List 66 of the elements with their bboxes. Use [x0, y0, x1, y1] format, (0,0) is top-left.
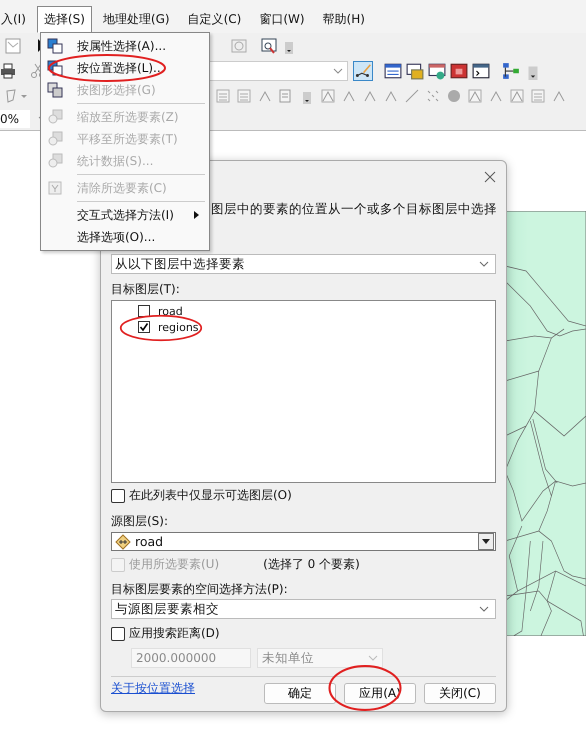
layer-name: road [158, 304, 183, 318]
pen-icon[interactable] [354, 62, 372, 80]
edit-tool-icon[interactable] [446, 88, 462, 104]
table-icon[interactable] [384, 62, 402, 80]
globe-icon[interactable] [428, 62, 446, 80]
checkbox[interactable] [138, 321, 150, 333]
tree-icon[interactable] [502, 62, 520, 80]
edit-tool-icon[interactable] [215, 88, 231, 104]
edit-tool-icon[interactable] [467, 88, 483, 104]
layer-name: regions [158, 320, 199, 334]
menu-bar-item[interactable]: 地理处理(G) [96, 6, 177, 33]
zoom-combo[interactable]: 0% [0, 110, 30, 128]
dialog-button[interactable]: 关闭(C) [424, 683, 496, 704]
method-combo[interactable]: 从以下图层中选择要素 [111, 254, 496, 274]
source-combo[interactable]: road [111, 532, 496, 551]
folder-icon[interactable] [406, 62, 424, 80]
toolbox-icon[interactable] [450, 62, 468, 80]
menu-item[interactable]: 选择选项(O)... [41, 226, 209, 248]
close-icon[interactable] [484, 171, 496, 183]
chevron-down-icon [368, 655, 378, 661]
select-layer-icon [47, 60, 63, 76]
menu-bar-item[interactable]: 入(I) [0, 6, 33, 33]
select-layer-icon [47, 131, 63, 147]
zoom-icon[interactable] [261, 38, 277, 54]
edit-tool-icon[interactable] [530, 88, 546, 104]
select-layer-icon [47, 109, 63, 125]
dialog-button[interactable]: 确定 [264, 683, 336, 704]
menu-item[interactable]: 交互式选择方法(I) [41, 204, 209, 226]
menu-bar-item[interactable]: 窗口(W) [252, 6, 312, 33]
chevron-down-icon [479, 261, 489, 267]
menu-bar-item[interactable]: 自定义(C) [180, 6, 248, 33]
caret-down-icon [482, 539, 490, 544]
clear-selection-icon [47, 180, 63, 196]
edit-tool-icon[interactable] [320, 88, 336, 104]
field-label: 源图层(S): [111, 513, 170, 530]
terminal-icon[interactable] [472, 62, 490, 80]
checkbox[interactable] [138, 305, 150, 317]
chevron-down-icon [479, 606, 489, 612]
dropdown-button[interactable] [478, 533, 494, 550]
menu-bar-item[interactable]: 选择(S) [36, 6, 92, 33]
select-layer-icon [47, 38, 63, 54]
select-layer-icon [47, 82, 63, 98]
selection-count: (选择了 0 个要素) [263, 556, 360, 573]
edit-tool-icon[interactable] [509, 88, 525, 104]
checkbox-label: 在此列表中仅显示可选图层(O) [129, 487, 292, 504]
road-layer-icon [115, 534, 131, 550]
edit-tool-icon[interactable] [404, 88, 420, 104]
dialog-description: 图层中的要素的位置从一个或多个目标图层中选择 [211, 201, 497, 218]
polygon-tool-icon[interactable] [5, 88, 29, 104]
printer-icon[interactable] [0, 62, 16, 78]
chevron-down-icon [333, 68, 343, 74]
edit-tool-icon[interactable] [236, 88, 252, 104]
help-link[interactable]: 关于按位置选择 [111, 680, 195, 697]
checkbox-label: 使用所选要素(U) [129, 556, 220, 573]
clock-icon[interactable] [231, 38, 247, 54]
checkbox[interactable] [111, 626, 125, 640]
select-layer-icon [47, 153, 63, 169]
menu-bar-item[interactable]: 帮助(H) [316, 6, 372, 33]
checkbox[interactable] [111, 488, 125, 502]
edit-tool-icon[interactable] [425, 88, 441, 104]
checkbox-label: 应用搜索距离(D) [129, 625, 220, 642]
spatial-method-combo[interactable]: 与源图层要素相交 [111, 599, 496, 619]
map-icon[interactable] [5, 38, 21, 54]
submenu-arrow-icon [194, 211, 199, 219]
field-label: 目标图层(T): [111, 281, 181, 298]
field-label: 目标图层要素的空间选择方法(P): [111, 581, 289, 598]
